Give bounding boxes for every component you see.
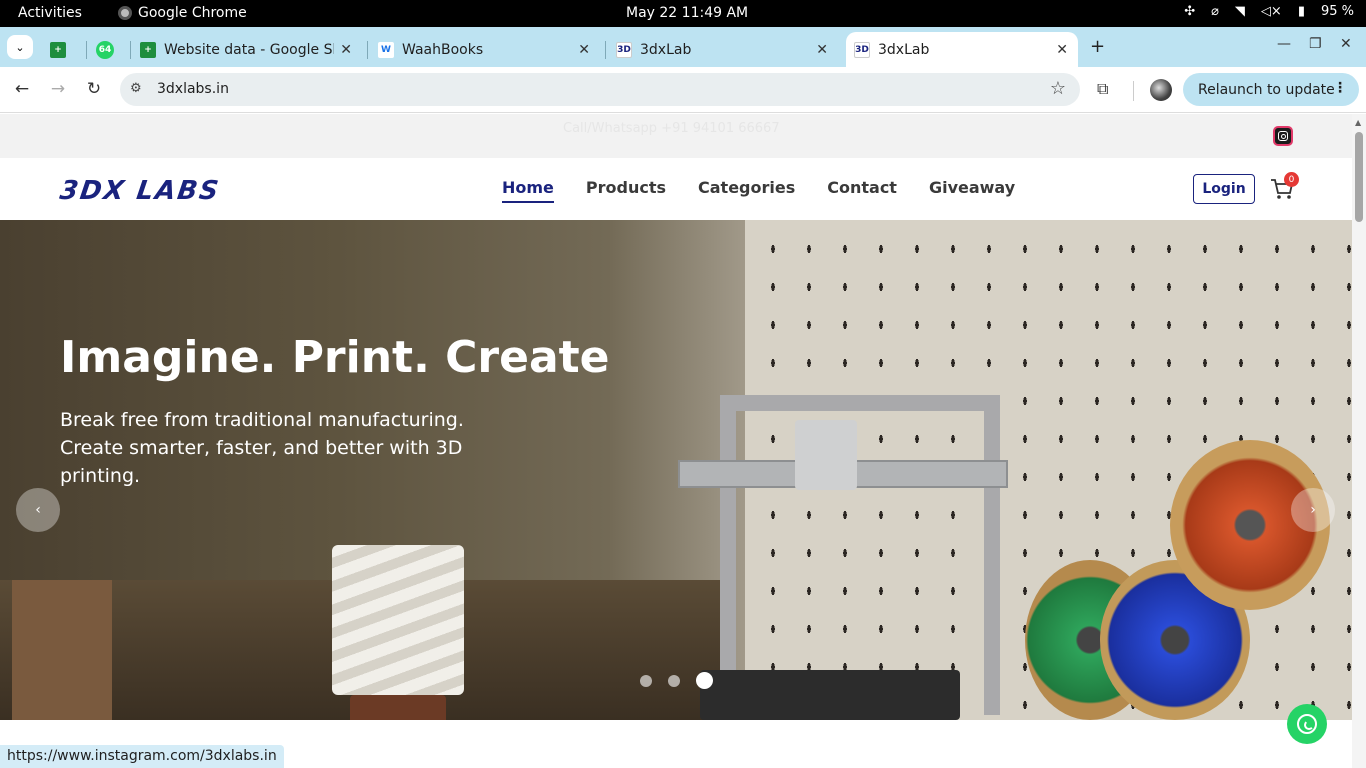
tab-separator	[130, 41, 131, 59]
relaunch-button[interactable]: Relaunch to update ⋮	[1183, 73, 1359, 106]
menu-kebab-icon[interactable]: ⋮	[1333, 80, 1347, 96]
cart-count-badge: 0	[1284, 172, 1299, 187]
app-indicator[interactable]: Google Chrome	[118, 5, 247, 21]
tab-pinned-sheets[interactable]: +	[50, 32, 80, 67]
whatsapp-icon	[1297, 714, 1317, 734]
hero-title: Imagine. Print. Create	[60, 332, 610, 383]
app-name: Google Chrome	[138, 5, 247, 21]
site-logo[interactable]: 3DX LABS	[58, 176, 222, 206]
sheets-icon: +	[140, 41, 156, 58]
carousel-prev-button[interactable]: ‹	[16, 488, 60, 532]
site-info-icon[interactable]: ⚙	[130, 81, 142, 96]
tab-strip: ⌄ + 64 + Website data - Google Sh ✕ W Wa…	[0, 27, 1366, 67]
chrome-icon	[118, 6, 132, 20]
forward-button[interactable]: →	[48, 79, 68, 99]
wifi-icon: ◥	[1234, 4, 1245, 19]
carousel-dot[interactable]	[668, 674, 680, 687]
os-top-bar: Activities Google Chrome May 22 11:49 AM…	[0, 0, 1366, 27]
tab-waahbooks[interactable]: W WaahBooks ✕	[378, 32, 600, 67]
nav-categories[interactable]: Categories	[698, 178, 795, 203]
carousel-dot-active[interactable]	[696, 672, 713, 689]
nav-products[interactable]: Products	[586, 178, 666, 203]
toolbar-divider	[1133, 81, 1134, 101]
hero-printer-bed-image	[700, 670, 960, 720]
top-info-bar: Call/Whatsapp +91 94101 66667	[0, 114, 1352, 158]
battery-percent: 95 %	[1320, 4, 1354, 19]
tab-separator	[367, 41, 368, 59]
tab-separator	[605, 41, 606, 59]
minimize-button[interactable]: —	[1277, 36, 1291, 52]
new-tab-button[interactable]: +	[1090, 36, 1105, 57]
system-tray[interactable]: ✣ ⌀ ◥ ◁× ▮ 95 %	[1184, 4, 1354, 19]
hero-subtitle: Break free from traditional manufacturin…	[60, 409, 464, 487]
tab-title: WaahBooks	[402, 41, 484, 58]
scroll-up-icon[interactable]: ▲	[1355, 118, 1361, 127]
web-page: Call/Whatsapp +91 94101 66667 3DX LABS H…	[0, 114, 1352, 768]
tab-title: Website data - Google Sh	[164, 41, 334, 58]
reload-button[interactable]: ↻	[84, 79, 104, 99]
network-indicator-icon: ✣	[1184, 4, 1196, 19]
carousel-next-button[interactable]: ›	[1291, 488, 1335, 532]
tab-website-data[interactable]: + Website data - Google Sh ✕	[140, 32, 362, 67]
tab-separator	[86, 41, 87, 59]
call-whatsapp-text: Call/Whatsapp +91 94101 66667	[563, 121, 780, 136]
relaunch-label: Relaunch to update	[1198, 81, 1335, 98]
url-text: 3dxlabs.in	[157, 81, 229, 97]
close-window-button[interactable]: ✕	[1340, 36, 1352, 52]
login-button[interactable]: Login	[1193, 174, 1255, 204]
tab-title: 3dxLab	[878, 41, 930, 58]
close-icon[interactable]: ✕	[1056, 42, 1068, 58]
back-button[interactable]: ←	[12, 79, 32, 99]
3dx-icon: 3D	[854, 41, 870, 58]
close-icon[interactable]: ✕	[816, 42, 828, 58]
chevron-down-icon: ⌄	[15, 40, 25, 54]
activities-button[interactable]: Activities	[18, 5, 82, 21]
extensions-icon[interactable]: ⧉	[1097, 79, 1108, 99]
hero-vase-image	[332, 545, 464, 695]
profile-avatar[interactable]	[1150, 79, 1172, 101]
tab-pinned-whatsapp[interactable]: 64	[96, 32, 126, 67]
carousel-indicators	[640, 672, 713, 689]
sheets-icon: +	[50, 41, 66, 58]
waahbooks-icon: W	[378, 41, 394, 58]
clock[interactable]: May 22 11:49 AM	[626, 5, 748, 21]
hero-printer-head-image	[795, 420, 857, 490]
main-nav: Home Products Categories Contact Giveawa…	[502, 178, 1015, 203]
volume-muted-icon: ◁×	[1260, 4, 1282, 19]
instagram-icon[interactable]	[1273, 126, 1293, 146]
hero-carousel: Imagine. Print. Create Break free from t…	[0, 220, 1352, 720]
3dx-icon: 3D	[616, 41, 632, 58]
attachment-icon: ⌀	[1211, 4, 1219, 19]
hero-vase-stand-image	[350, 695, 446, 720]
whatsapp-chat-button[interactable]	[1287, 704, 1327, 744]
whatsapp-icon: 64	[96, 40, 114, 59]
tab-title: 3dxLab	[640, 41, 692, 58]
nav-giveaway[interactable]: Giveaway	[929, 178, 1015, 203]
carousel-dot[interactable]	[640, 674, 652, 687]
close-icon[interactable]: ✕	[578, 42, 590, 58]
site-header: 3DX LABS Home Products Categories Contac…	[0, 158, 1352, 220]
scrollbar-thumb[interactable]	[1355, 132, 1363, 222]
close-icon[interactable]: ✕	[340, 42, 352, 58]
page-scrollbar[interactable]: ▲	[1352, 114, 1366, 768]
nav-contact[interactable]: Contact	[827, 178, 897, 203]
tab-search-button[interactable]: ⌄	[7, 35, 33, 59]
status-bubble-url: https://www.instagram.com/3dxlabs.in	[0, 745, 284, 768]
address-bar[interactable]: ⚙ 3dxlabs.in ☆	[120, 73, 1080, 106]
bookmark-star-icon[interactable]: ☆	[1050, 78, 1066, 99]
tab-3dxlab[interactable]: 3D 3dxLab ✕	[616, 32, 838, 67]
nav-home[interactable]: Home	[502, 178, 554, 203]
maximize-button[interactable]: ❐	[1309, 36, 1322, 52]
tab-3dxlab-active[interactable]: 3D 3dxLab ✕	[846, 32, 1078, 67]
battery-icon: ▮	[1297, 4, 1305, 19]
hero-printer-frame-image	[720, 395, 1000, 715]
hero-pencil-cup-image	[12, 580, 112, 720]
browser-toolbar: ← → ↻ ⚙ 3dxlabs.in ☆ ⧉ Relaunch to updat…	[0, 67, 1366, 113]
